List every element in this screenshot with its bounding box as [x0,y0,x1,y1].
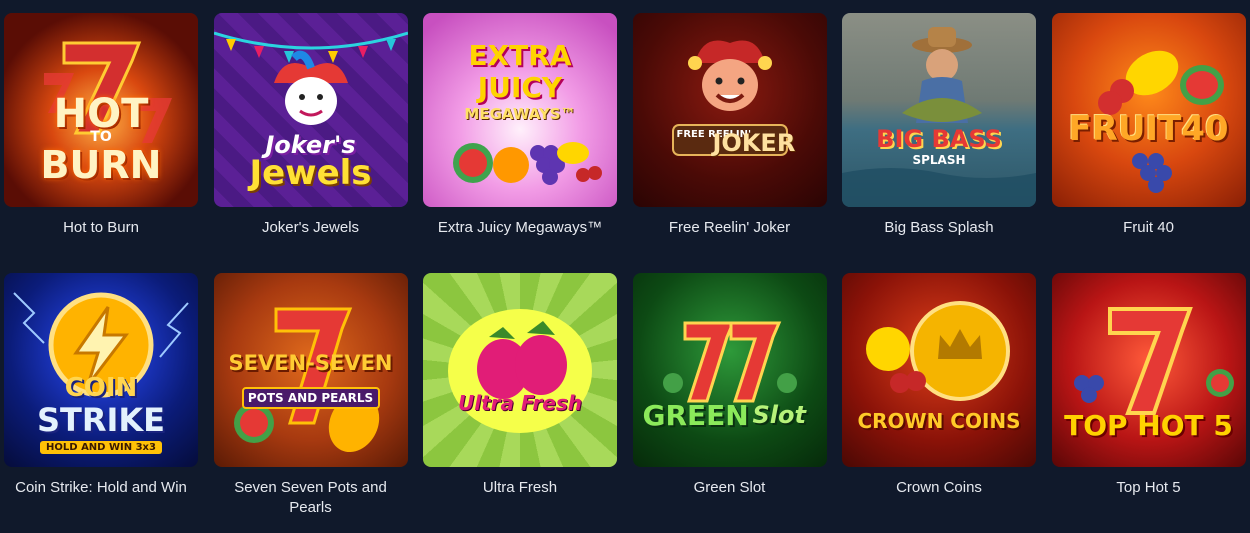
game-logo: Ultra Fresh [457,391,582,415]
game-thumbnail[interactable]: COIN STRIKE HOLD AND WIN 3x3 [4,273,198,467]
game-thumbnail[interactable]: FRUIT40 [1051,13,1246,207]
joker-face-icon [671,40,788,156]
game-card-coin-strike[interactable]: COIN STRIKE HOLD AND WIN 3x3 Coin Strike… [4,273,198,533]
game-logo-sub: Jewels [249,153,372,193]
game-card-big-bass-splash[interactable]: BIG BASS SPLASH Big Bass Splash [842,13,1036,273]
game-title[interactable]: Hot to Burn [4,218,198,238]
game-title[interactable]: Joker's Jewels [214,218,408,238]
game-thumbnail[interactable]: CROWN COINS [842,273,1036,467]
game-card-jokers-jewels[interactable]: Joker's Jewels Joker's Jewels [213,13,408,273]
game-title[interactable]: Crown Coins [842,478,1036,498]
game-logo-sub: JUICY [477,71,563,104]
game-logo-sub: HOLD AND WIN 3x3 [40,441,162,454]
fisherman-icon [842,27,1036,207]
game-card-green-slot[interactable]: GREEN Slot Green Slot [632,273,827,533]
raspberry-icon [448,309,592,433]
game-logo: FRUIT40 [1068,109,1229,149]
game-thumbnail[interactable]: HOT TO BURN [4,13,198,207]
game-logo: TOP HOT 5 [1064,409,1233,442]
game-title[interactable]: Fruit 40 [1052,218,1246,238]
game-thumbnail[interactable]: Ultra Fresh [423,273,617,467]
game-title[interactable]: Coin Strike: Hold and Win [4,478,198,498]
game-thumbnail[interactable]: Joker's Jewels [213,13,408,207]
game-title[interactable]: Seven Seven Pots and Pearls [214,478,408,518]
game-logo-sub: BURN [40,143,162,187]
game-thumbnail[interactable]: SEVEN-SEVEN POTS AND PEARLS [213,273,408,467]
game-logo: SEVEN-SEVEN [228,351,393,375]
game-logo-sub: JOKER [712,129,796,157]
game-logo-sub: MEGAWAYS™ [464,105,576,123]
game-card-fruit-40[interactable]: FRUIT40 Fruit 40 [1051,13,1246,273]
game-title[interactable]: Top Hot 5 [1052,478,1246,498]
game-card-hot-to-burn[interactable]: HOT TO BURN Hot to Burn [4,13,198,273]
game-logo: BIG BASS [876,125,1002,153]
game-card-top-hot-5[interactable]: TOP HOT 5 Top Hot 5 [1051,273,1246,533]
game-logo-sub: Slot [752,401,806,429]
game-card-extra-juicy-megaways[interactable]: EXTRA JUICY MEGAWAYS™ Extra Juicy Megawa… [423,13,617,273]
game-thumbnail[interactable]: GREEN Slot [632,273,827,467]
game-logo: GREEN [642,399,749,432]
game-card-ultra-fresh[interactable]: Ultra Fresh Ultra Fresh [423,273,617,533]
game-title[interactable]: Big Bass Splash [842,218,1036,238]
game-thumbnail[interactable]: TOP HOT 5 [1051,273,1246,467]
game-card-seven-seven[interactable]: SEVEN-SEVEN POTS AND PEARLS Seven Seven … [213,273,408,533]
game-logo: CROWN COINS [857,409,1021,433]
game-logo-sub: SPLASH [912,153,966,167]
seven-icon [662,321,797,403]
game-title[interactable]: Extra Juicy Megaways™ [423,218,617,238]
game-card-crown-coins[interactable]: CROWN COINS Crown Coins [842,273,1036,533]
game-thumbnail[interactable]: EXTRA JUICY MEGAWAYS™ [423,13,617,207]
game-logo: COIN [64,373,138,403]
game-logo-sub: POTS AND PEARLS [241,387,380,409]
game-title[interactable]: Green Slot [633,478,827,498]
crown-coin-icon [866,301,1010,401]
game-title[interactable]: Free Reelin' Joker [633,218,827,238]
games-grid: HOT TO BURN Hot to Burn Joker's Jewels J… [0,0,1250,533]
game-thumbnail[interactable]: FREE REELIN' JOKER [632,13,827,207]
game-thumbnail[interactable]: BIG BASS SPLASH [842,13,1036,207]
game-logo: EXTRA [468,39,572,72]
game-logo-sub: STRIKE [36,401,166,439]
game-card-free-reelin-joker[interactable]: FREE REELIN' JOKER Free Reelin' Joker [632,13,827,273]
game-title[interactable]: Ultra Fresh [423,478,617,498]
